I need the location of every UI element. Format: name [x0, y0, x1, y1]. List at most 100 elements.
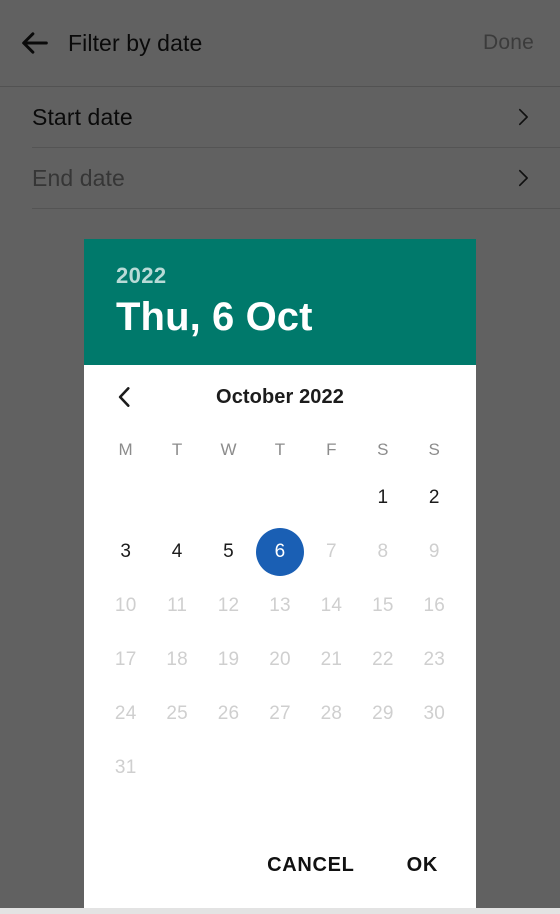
day-label [102, 474, 150, 522]
date-picker-header: 2022 Thu, 6 Oct [84, 239, 476, 365]
calendar-week-row: 24 25 26 27 28 29 30 [100, 687, 460, 741]
selected-year[interactable]: 2022 [116, 265, 444, 287]
calendar-week-row: 10 11 12 13 14 15 16 [100, 579, 460, 633]
cancel-button[interactable]: CANCEL [257, 846, 365, 885]
day-label: 5 [223, 541, 234, 562]
weekday-label-mon: M [118, 440, 133, 459]
calendar-day-cell: 7 [306, 528, 357, 576]
day-label: 20 [269, 649, 291, 670]
day-label: 24 [114, 703, 137, 724]
day-label: 18 [166, 649, 188, 670]
date-picker-dialog: 2022 Thu, 6 Oct October 2022 M T W T F S… [84, 239, 476, 914]
day-label: 10 [114, 595, 137, 616]
month-navigation: October 2022 [84, 365, 476, 429]
calendar-day-cell: 19 [203, 636, 254, 684]
day-label: 3 [120, 541, 132, 562]
calendar-day-cell: 30 [409, 690, 460, 738]
ok-button[interactable]: OK [397, 846, 448, 885]
calendar-day-cell: 8 [357, 528, 408, 576]
calendar-day-cell [151, 474, 202, 522]
day-label: 29 [372, 703, 394, 724]
weekday-label-thu: T [274, 440, 286, 459]
calendar-grid: M T W T F S S 1 2 3 4 5 6 7 8 9 10 11 12… [84, 429, 476, 795]
calendar-day-cell: 9 [409, 528, 460, 576]
screen: Filter by date Done Start date End date [0, 0, 560, 914]
calendar-day-cell [254, 474, 305, 522]
calendar-day-cell: 13 [254, 582, 305, 630]
calendar-day-cell-selected[interactable]: 6 [254, 528, 305, 576]
calendar-day-cell: 31 [100, 744, 151, 792]
day-label [359, 744, 407, 792]
calendar-day-cell [306, 474, 357, 522]
calendar-day-cell [203, 744, 254, 792]
chevron-left-icon[interactable] [112, 384, 138, 410]
calendar-day-cell [254, 744, 305, 792]
calendar-day-cell: 29 [357, 690, 408, 738]
calendar-day-cell: 17 [100, 636, 151, 684]
day-label: 4 [171, 541, 183, 562]
calendar-day-cell [151, 744, 202, 792]
calendar-day-cell: 22 [357, 636, 408, 684]
weekday-label-wed: W [220, 440, 237, 459]
day-label: 9 [428, 541, 440, 562]
day-label: 17 [114, 649, 137, 670]
weekday-label-tue: T [171, 440, 183, 459]
calendar-day-cell [203, 474, 254, 522]
day-label [153, 744, 201, 792]
day-label: 28 [320, 703, 343, 724]
day-label: 31 [114, 757, 137, 778]
calendar-day-cell: 20 [254, 636, 305, 684]
selected-date-title[interactable]: Thu, 6 Oct [116, 295, 444, 340]
day-label: 8 [377, 541, 389, 562]
calendar-day-cell: 11 [151, 582, 202, 630]
weekday-label-sat: S [377, 440, 389, 459]
bottom-strip [0, 908, 560, 914]
day-label: 25 [166, 703, 188, 724]
day-label [307, 474, 355, 522]
calendar-day-cell: 27 [254, 690, 305, 738]
day-label: 19 [217, 649, 240, 670]
calendar-day-cell: 25 [151, 690, 202, 738]
day-label: 21 [320, 649, 343, 670]
calendar-day-cell [306, 744, 357, 792]
day-label: 12 [217, 595, 240, 616]
calendar-day-cell: 10 [100, 582, 151, 630]
day-label: 16 [423, 595, 446, 616]
calendar-day-cell[interactable]: 3 [100, 528, 151, 576]
calendar-day-cell[interactable]: 1 [357, 474, 408, 522]
calendar-day-cell: 18 [151, 636, 202, 684]
calendar-day-cell: 16 [409, 582, 460, 630]
day-label: 7 [326, 541, 337, 562]
calendar-day-cell[interactable]: 2 [409, 474, 460, 522]
calendar-day-cell: 15 [357, 582, 408, 630]
day-label [410, 744, 458, 792]
calendar-day-cell: 23 [409, 636, 460, 684]
calendar-day-cell[interactable]: 5 [203, 528, 254, 576]
day-label: 6 [255, 528, 304, 576]
calendar-day-cell: 21 [306, 636, 357, 684]
day-label: 22 [372, 649, 394, 670]
day-label [256, 744, 304, 792]
calendar-week-row: 17 18 19 20 21 22 23 [100, 633, 460, 687]
current-month-label: October 2022 [216, 385, 344, 408]
day-label: 11 [167, 595, 188, 616]
calendar-day-cell: 14 [306, 582, 357, 630]
calendar-day-cell [100, 474, 151, 522]
calendar-day-cell: 26 [203, 690, 254, 738]
day-label: 1 [377, 487, 389, 508]
weekday-label-fri: F [326, 440, 337, 459]
date-picker-body: October 2022 M T W T F S S 1 2 3 4 5 6 7… [84, 365, 476, 914]
calendar-day-cell [409, 744, 460, 792]
calendar-week-row: 1 2 [100, 471, 460, 525]
calendar-day-cell[interactable]: 4 [151, 528, 202, 576]
calendar-week-row: 31 [100, 741, 460, 795]
day-label: 23 [423, 649, 446, 670]
calendar-day-cell [357, 744, 408, 792]
calendar-week-row: 3 4 5 6 7 8 9 [100, 525, 460, 579]
day-label [205, 474, 253, 522]
day-label: 14 [320, 595, 343, 616]
day-label [153, 474, 201, 522]
calendar-day-cell: 24 [100, 690, 151, 738]
day-label: 26 [217, 703, 240, 724]
calendar-day-cell: 28 [306, 690, 357, 738]
